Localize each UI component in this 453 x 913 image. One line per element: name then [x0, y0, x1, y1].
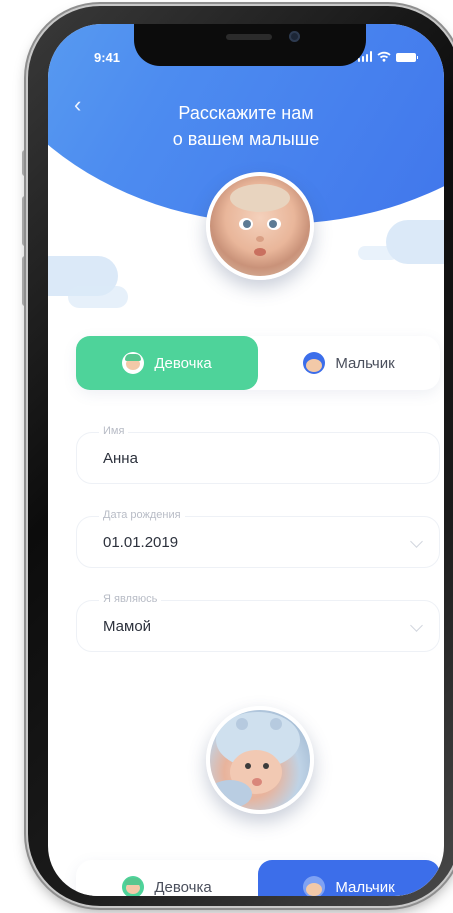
girl-option-bottom[interactable]: Девочка: [76, 860, 258, 896]
gender-toggle: Девочка Мальчик: [76, 336, 440, 390]
role-label: Я являюсь: [99, 593, 162, 605]
status-time: 9:41: [94, 50, 121, 65]
girl-option[interactable]: Девочка: [76, 336, 258, 390]
app-screen: 9:41 ‹ Расскажите нам о вашем малыше Дев…: [48, 24, 444, 896]
signal-icon: [357, 51, 372, 62]
baby-face-image: [230, 184, 290, 256]
page-title-line1: Расскажите нам: [178, 103, 314, 123]
boy-option-bottom-label: Мальчик: [335, 878, 395, 896]
girl-option-bottom-label: Девочка: [154, 878, 212, 896]
chevron-down-icon: [410, 619, 423, 632]
cloud-left-small: [68, 286, 128, 308]
role-value: Мамой: [103, 618, 152, 635]
baby-girl-avatar[interactable]: [206, 172, 314, 280]
device-notch: [134, 24, 366, 66]
front-camera: [289, 31, 300, 42]
name-field-label: Имя: [99, 425, 129, 437]
girl-icon: [122, 876, 145, 896]
chevron-down-icon: [410, 535, 423, 548]
status-icons: [357, 51, 418, 62]
cloud-right-small: [358, 246, 398, 260]
baby-boy-avatar[interactable]: [206, 706, 314, 814]
birth-date-select[interactable]: Дата рождения 01.01.2019: [76, 509, 440, 568]
baby-hood-image: [210, 712, 300, 808]
battery-icon: [396, 53, 418, 62]
name-field[interactable]: Имя Анна: [76, 425, 440, 484]
birth-date-value: 01.01.2019: [103, 534, 179, 551]
gender-toggle-bottom: Девочка Мальчик: [76, 860, 440, 896]
boy-option-bottom[interactable]: Мальчик: [258, 860, 440, 896]
page-title-line2: о вашем малыше: [172, 129, 320, 149]
wifi-icon: [377, 51, 391, 62]
girl-option-label: Девочка: [154, 354, 212, 372]
speaker-grille: [226, 34, 272, 40]
boy-option[interactable]: Мальчик: [258, 336, 440, 390]
birth-date-label: Дата рождения: [99, 509, 185, 521]
name-field-value: Анна: [103, 450, 138, 467]
boy-icon: [303, 876, 326, 896]
role-select[interactable]: Я являюсь Мамой: [76, 593, 440, 652]
boy-option-label: Мальчик: [335, 354, 395, 372]
boy-icon: [303, 352, 326, 374]
girl-icon: [122, 352, 145, 374]
